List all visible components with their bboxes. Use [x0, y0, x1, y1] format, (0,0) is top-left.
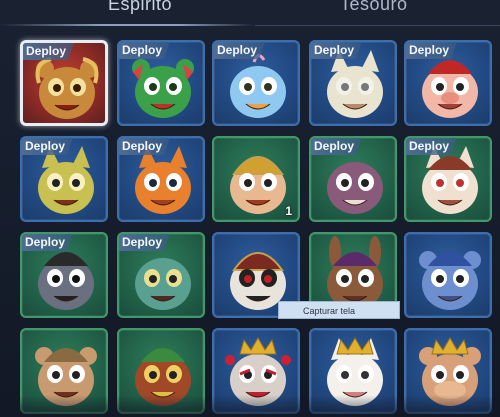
deploy-badge: Deploy — [406, 138, 458, 155]
screenshot-tooltip: Capturar tela — [278, 301, 400, 319]
spirit-card-owl-monk[interactable] — [117, 328, 205, 414]
deploy-badge: Deploy — [311, 42, 363, 59]
spirit-card-monkey-king[interactable]: 1 — [212, 136, 300, 222]
spirit-card-white-fox[interactable]: Deploy — [309, 40, 397, 126]
spirit-card-purple-bird[interactable]: Deploy — [309, 136, 397, 222]
deploy-badge: Deploy — [23, 43, 75, 60]
deploy-badge: Deploy — [22, 234, 74, 251]
deploy-badge: Deploy — [22, 138, 74, 155]
spirit-card-teal-frog[interactable]: Deploy — [117, 232, 205, 318]
spirit-card-grid: Deploy Deploy Deploy Deploy Deploy Deplo… — [0, 0, 500, 417]
spirit-card-orange-fox[interactable]: Deploy — [117, 136, 205, 222]
spirit-card-fancy-hippo[interactable] — [404, 328, 492, 414]
spirit-card-lion-dance[interactable]: Deploy — [20, 40, 108, 126]
spirit-card-pig-chef[interactable]: Deploy — [404, 40, 492, 126]
card-count: 1 — [285, 204, 292, 218]
spirit-card-blue-bird[interactable]: Deploy — [212, 40, 300, 126]
spirit-card-pug-warrior[interactable] — [20, 328, 108, 414]
spirit-card-opera-mask-face[interactable]: Deploy — [20, 232, 108, 318]
spirit-card-crowned-cat[interactable] — [309, 328, 397, 414]
deploy-badge: Deploy — [119, 138, 171, 155]
deploy-badge: Deploy — [119, 234, 171, 251]
deploy-badge: Deploy — [406, 42, 458, 59]
deploy-badge: Deploy — [119, 42, 171, 59]
spirit-card-blue-ox[interactable] — [404, 232, 492, 318]
pug-warrior-portrait — [22, 330, 106, 412]
peking-opera-mask-portrait — [214, 330, 298, 412]
spirit-card-hooded-cat[interactable]: Deploy — [404, 136, 492, 222]
fancy-hippo-portrait — [406, 330, 490, 412]
spirit-card-yellow-lizard[interactable]: Deploy — [20, 136, 108, 222]
blue-ox-portrait — [406, 234, 490, 316]
spirit-card-green-frog-dragon[interactable]: Deploy — [117, 40, 205, 126]
spirit-card-peking-opera-mask[interactable] — [212, 328, 300, 414]
deploy-badge: Deploy — [311, 138, 363, 155]
deploy-badge: Deploy — [214, 42, 266, 59]
owl-monk-portrait — [119, 330, 203, 412]
crowned-cat-portrait — [311, 330, 395, 412]
